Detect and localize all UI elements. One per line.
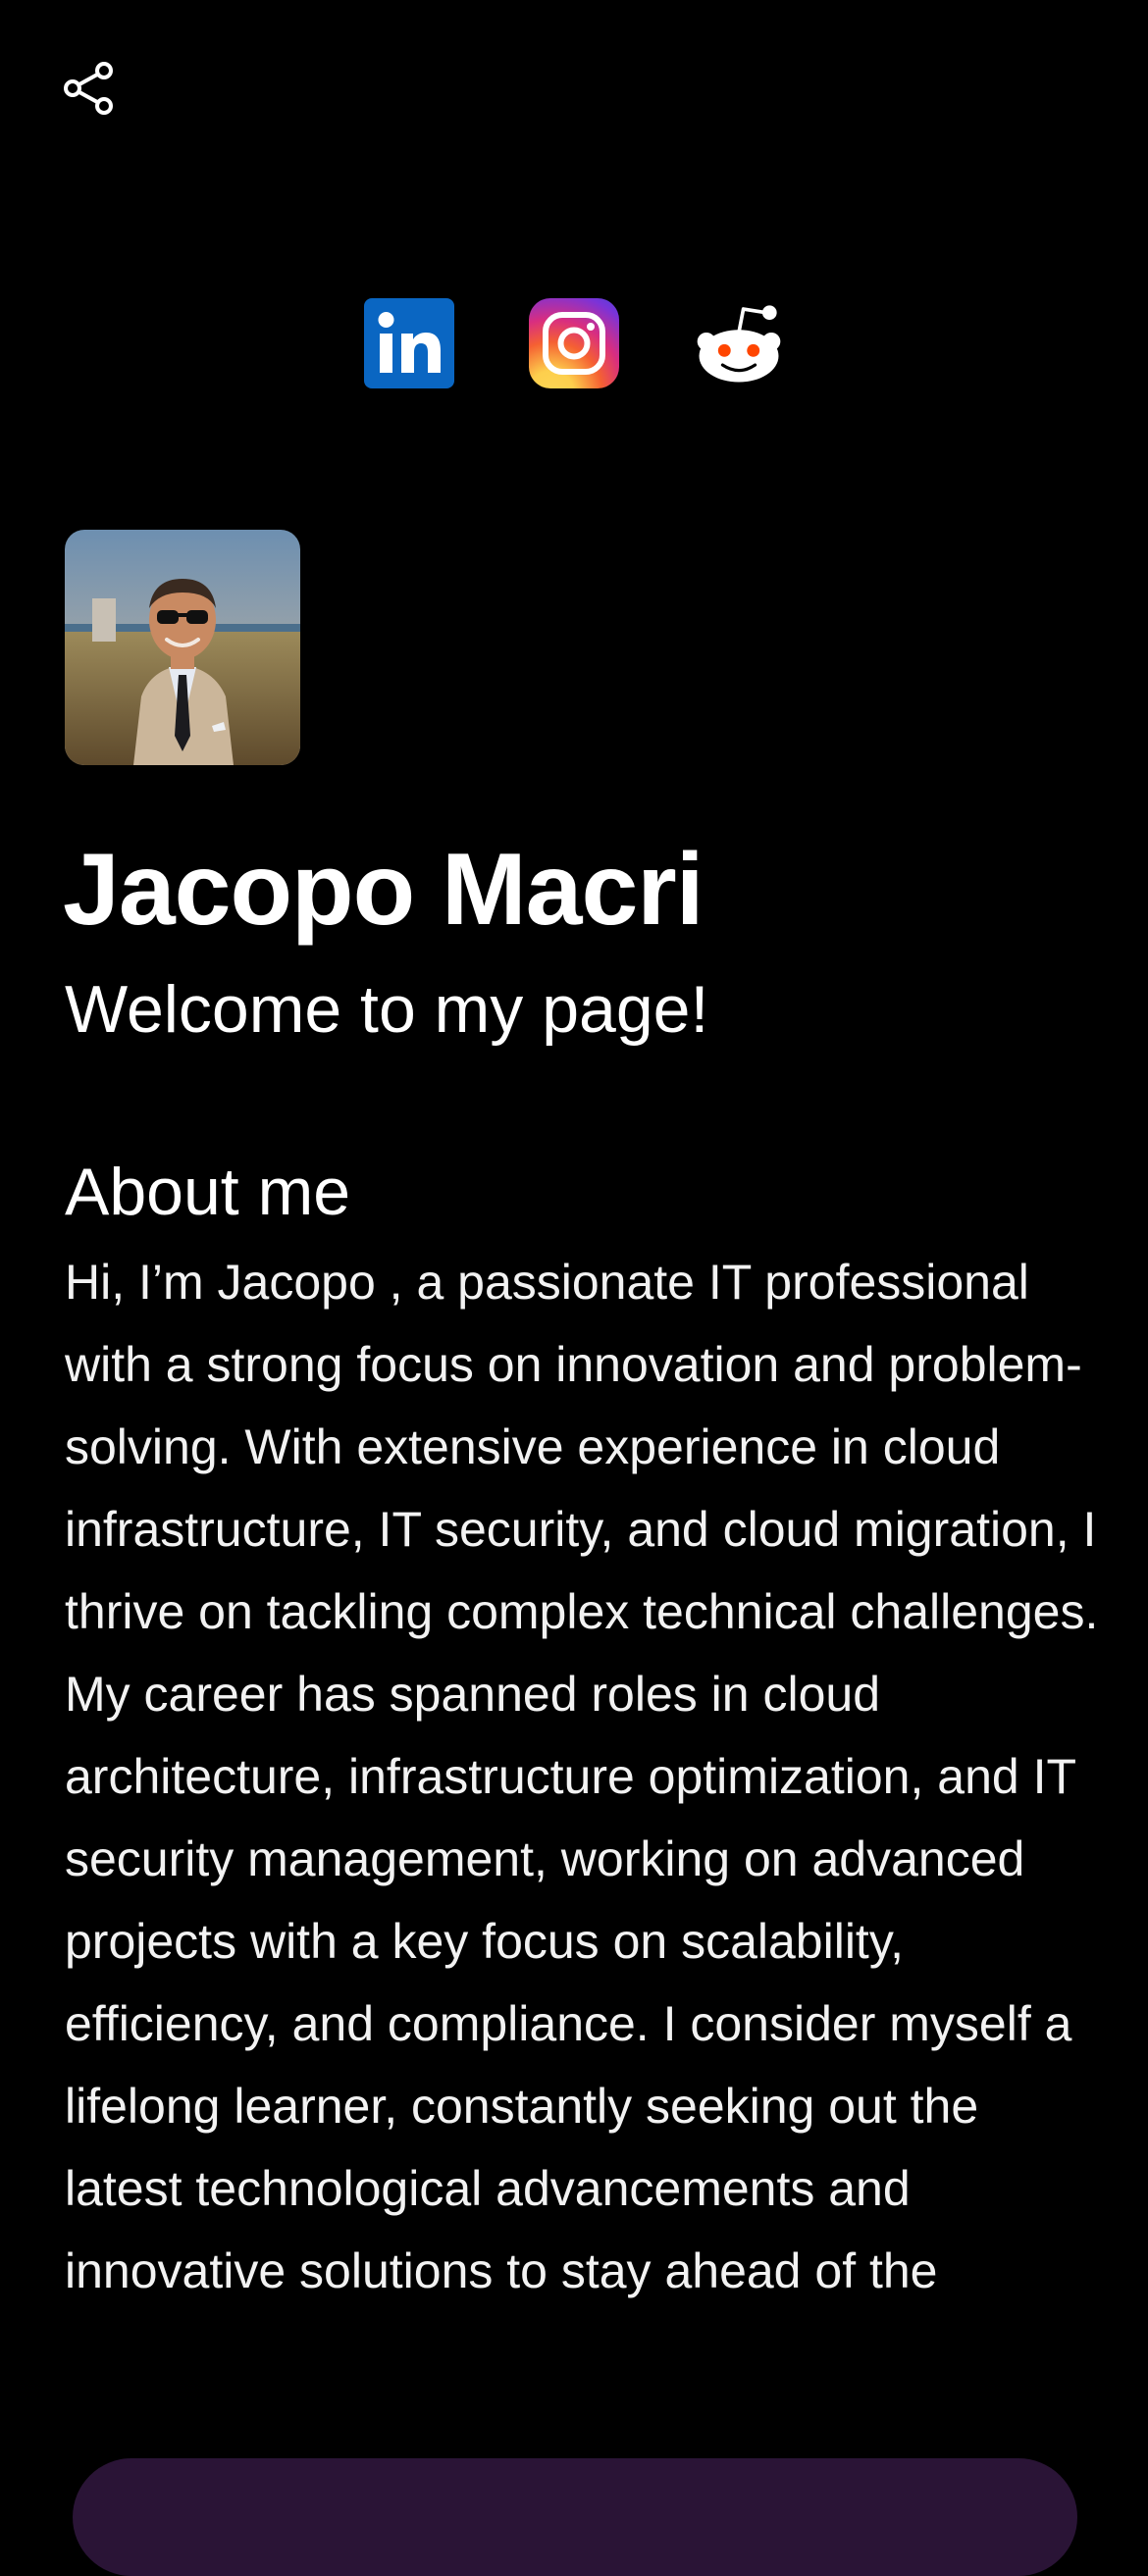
- linkedin-icon: [364, 298, 454, 388]
- about-section: Hi, I’m Jacopo , a passionate IT profess…: [65, 1241, 1105, 2430]
- reddit-link[interactable]: [694, 298, 784, 388]
- about-heading: About me: [65, 1155, 351, 1229]
- profile-name: Jacopo Macri: [63, 833, 704, 947]
- about-text: Hi, I’m Jacopo , a passionate IT profess…: [65, 1255, 1099, 2298]
- linkedin-link[interactable]: [364, 298, 454, 388]
- profile-photo: [65, 530, 300, 765]
- welcome-tagline: Welcome to my page!: [65, 972, 709, 1047]
- reddit-icon: [697, 305, 781, 383]
- bottom-action-bar[interactable]: [73, 2458, 1077, 2576]
- instagram-link[interactable]: [529, 298, 619, 388]
- share-button[interactable]: [57, 57, 120, 120]
- share-icon: [64, 62, 113, 115]
- instagram-icon: [529, 298, 619, 388]
- social-links: [0, 298, 1148, 388]
